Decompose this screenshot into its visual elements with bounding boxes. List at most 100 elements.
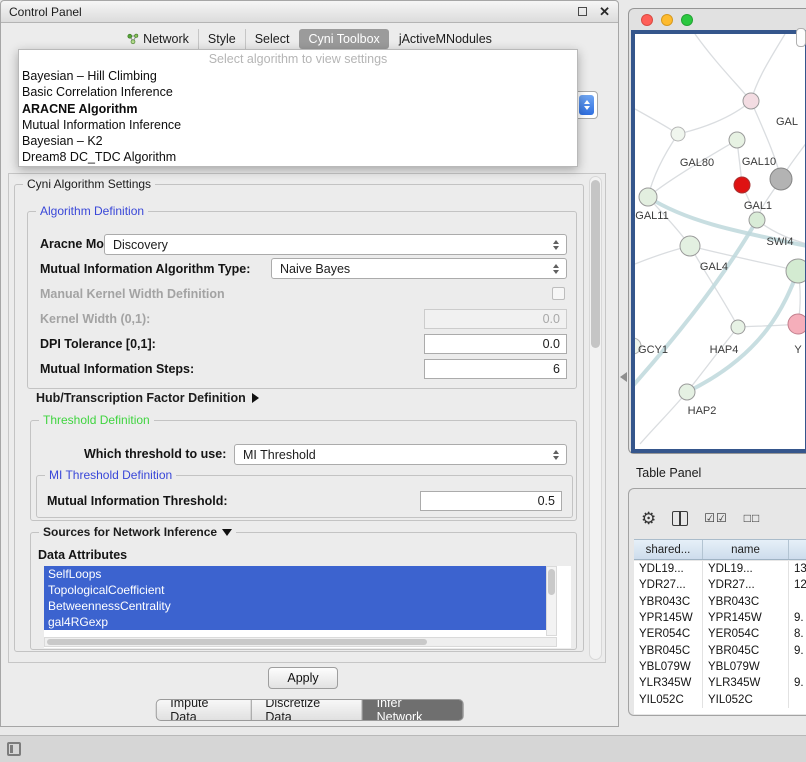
table-row[interactable]: YER054CYER054C8. xyxy=(634,626,806,642)
algorithm-option-dream8-dc-tdc-algorithm[interactable]: Dream8 DC_TDC Algorithm xyxy=(19,149,577,165)
bottom-tab-impute-data[interactable]: Impute Data xyxy=(156,700,250,720)
network-view-window[interactable]: GALGAL80GAL10GAL11GAL1SWI4GAL4GCY1HAP4YH… xyxy=(628,8,806,454)
attributes-vertical-scrollbar-thumb[interactable] xyxy=(548,569,555,595)
zoom-traffic-light-icon[interactable] xyxy=(681,14,693,26)
table-cell[interactable]: YLR345W xyxy=(634,675,703,691)
attributes-horizontal-scrollbar[interactable] xyxy=(44,637,557,647)
table-cell[interactable]: YIL052C xyxy=(634,691,703,707)
float-window-icon[interactable] xyxy=(578,7,587,16)
network-edge[interactable] xyxy=(695,34,751,101)
settings-scrollbar[interactable] xyxy=(589,176,602,660)
table-column-header-shared[interactable]: shared... xyxy=(634,540,703,559)
table-cell[interactable]: YBR045C xyxy=(634,642,703,658)
attribute-item-selfloops[interactable]: SelfLoops xyxy=(44,566,546,582)
sources-group-toggle[interactable]: Sources for Network Inference xyxy=(39,525,236,539)
table-row[interactable]: YDL19...YDL19...13 xyxy=(634,561,806,577)
table-cell[interactable]: YBL079W xyxy=(703,659,789,675)
table-column-header-name[interactable]: name xyxy=(703,540,789,559)
table-row[interactable]: YLR345WYLR345W9. xyxy=(634,675,806,691)
algorithm-option-mutual-information-inference[interactable]: Mutual Information Inference xyxy=(19,117,577,133)
algorithm-option-aracne-algorithm[interactable]: ARACNE Algorithm xyxy=(19,101,577,117)
tab-network[interactable]: Network xyxy=(118,29,198,49)
network-edge[interactable] xyxy=(751,34,785,101)
which-threshold-select[interactable]: MI Threshold xyxy=(234,444,567,465)
deselect-all-columns-icon[interactable]: □□ xyxy=(744,511,761,525)
tab-jactivemnodules[interactable]: jActiveMNodules xyxy=(390,29,501,49)
network-node[interactable] xyxy=(788,314,805,334)
table-cell[interactable]: 8. xyxy=(789,626,806,642)
settings-scrollbar-thumb[interactable] xyxy=(591,180,600,348)
table-cell[interactable] xyxy=(789,594,806,610)
network-node[interactable] xyxy=(749,212,765,228)
kernel-width-field[interactable]: 0.0 xyxy=(424,309,567,329)
network-edge[interactable] xyxy=(678,101,751,134)
algorithm-select-fragment[interactable] xyxy=(575,91,598,119)
collapse-panel-arrow[interactable] xyxy=(620,372,627,382)
table-row[interactable]: YBR043CYBR043C xyxy=(634,594,806,610)
manual-kernel-width-checkbox[interactable] xyxy=(552,287,565,300)
mi-algorithm-type-select[interactable]: Naive Bayes xyxy=(271,258,567,279)
network-node[interactable] xyxy=(680,236,700,256)
table-cell[interactable]: YDL19... xyxy=(703,561,789,577)
close-window-icon[interactable]: ✕ xyxy=(599,7,610,16)
mi-steps-field[interactable]: 6 xyxy=(424,359,567,379)
network-node[interactable] xyxy=(729,132,745,148)
table-cell[interactable]: YBR043C xyxy=(634,594,703,610)
right-scrollbar-thumb[interactable] xyxy=(796,28,806,47)
network-node[interactable] xyxy=(734,177,750,193)
network-edge[interactable] xyxy=(648,134,678,197)
table-cell[interactable]: YBL079W xyxy=(634,659,703,675)
aracne-mode-select[interactable]: Discovery xyxy=(104,234,567,255)
table-cell[interactable]: YDL19... xyxy=(634,561,703,577)
table-cell[interactable]: 12 xyxy=(789,577,806,593)
algorithm-option-basic-correlation-inference[interactable]: Basic Correlation Inference xyxy=(19,84,577,100)
table-row[interactable]: YBL079WYBL079W xyxy=(634,659,806,675)
table-cell[interactable]: YBR045C xyxy=(703,642,789,658)
table-cell[interactable]: YPR145W xyxy=(634,610,703,626)
network-canvas-svg[interactable]: GALGAL80GAL10GAL11GAL1SWI4GAL4GCY1HAP4YH… xyxy=(635,34,805,449)
table-row[interactable]: YBR045CYBR045C9. xyxy=(634,642,806,658)
bottom-tab-discretize-data[interactable]: Discretize Data xyxy=(250,700,361,720)
network-node[interactable] xyxy=(786,259,805,283)
network-node[interactable] xyxy=(770,168,792,190)
table-row[interactable]: YIL052CYIL052C xyxy=(634,691,806,707)
network-node[interactable] xyxy=(639,188,657,206)
table-cell[interactable]: YDR27... xyxy=(634,577,703,593)
table-cell[interactable]: 9. xyxy=(789,610,806,626)
column-browser-icon[interactable] xyxy=(672,511,688,526)
mi-threshold-field[interactable]: 0.5 xyxy=(420,491,562,511)
table-cell[interactable]: 9. xyxy=(789,675,806,691)
network-edge[interactable] xyxy=(687,327,738,392)
table-cell[interactable]: 9. xyxy=(789,642,806,658)
table-row[interactable]: YDR27...YDR27...12 xyxy=(634,577,806,593)
table-cell[interactable] xyxy=(789,691,806,707)
tab-select[interactable]: Select xyxy=(245,29,299,49)
table-row[interactable]: YPR145WYPR145W9. xyxy=(634,610,806,626)
attributes-vertical-scrollbar[interactable] xyxy=(546,566,557,636)
network-window-titlebar[interactable] xyxy=(629,9,806,30)
table-cell[interactable]: YER054C xyxy=(634,626,703,642)
table-cell[interactable]: YER054C xyxy=(703,626,789,642)
minimize-traffic-light-icon[interactable] xyxy=(661,14,673,26)
table-cell[interactable]: YPR145W xyxy=(703,610,789,626)
apply-button[interactable]: Apply xyxy=(268,667,338,689)
control-panel-titlebar[interactable]: Control Panel ✕ xyxy=(1,1,618,23)
select-all-columns-icon[interactable]: ☑☑ xyxy=(704,511,728,525)
table-cell[interactable]: YLR345W xyxy=(703,675,789,691)
table-cell[interactable]: 13 xyxy=(789,561,806,577)
algorithm-option-bayesian-hill-climbing[interactable]: Bayesian – Hill Climbing xyxy=(19,68,577,84)
tab-cyni-toolbox[interactable]: Cyni Toolbox xyxy=(299,29,388,49)
data-attributes-list[interactable]: SelfLoopsTopologicalCoefficientBetweenne… xyxy=(44,566,571,648)
network-node[interactable] xyxy=(679,384,695,400)
hub-definition-toggle[interactable]: Hub/Transcription Factor Definition xyxy=(36,391,259,405)
table-column-header-cut[interactable] xyxy=(789,540,806,559)
dpi-tolerance-field[interactable]: 0.0 xyxy=(424,334,567,354)
attribute-item-gal4rgexp[interactable]: gal4RGexp xyxy=(44,614,546,630)
table-cell[interactable] xyxy=(789,659,806,675)
table-cell[interactable]: YDR27... xyxy=(703,577,789,593)
network-edge[interactable] xyxy=(640,392,687,444)
attribute-item-topologicalcoefficient[interactable]: TopologicalCoefficient xyxy=(44,582,546,598)
network-node[interactable] xyxy=(743,93,759,109)
bottom-tab-infer-network[interactable]: Infer Network xyxy=(362,700,463,720)
gear-icon[interactable]: ⚙ xyxy=(641,510,656,527)
